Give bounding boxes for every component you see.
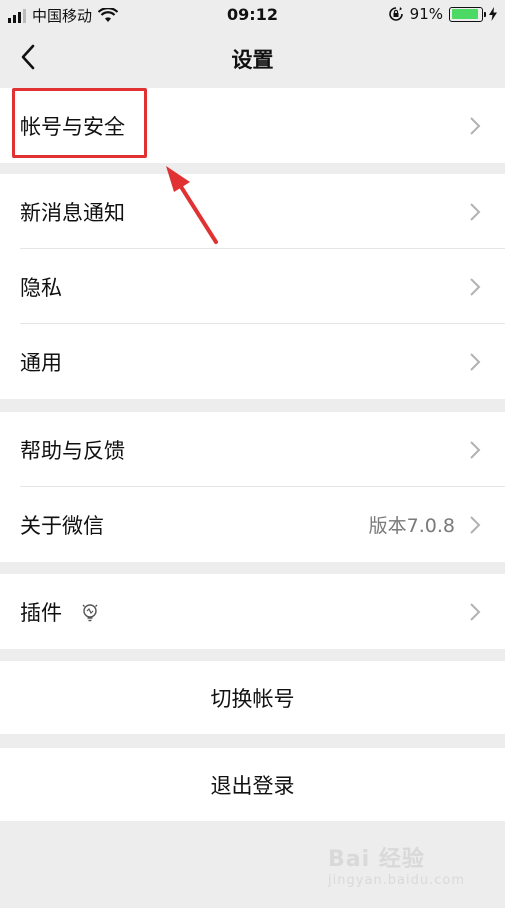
version-value: 版本7.0.8 (368, 515, 455, 537)
battery-icon (449, 6, 486, 22)
page-title: 设置 (231, 48, 274, 72)
logout-button[interactable]: 退出登录 (0, 748, 505, 821)
chevron-right-icon (470, 603, 481, 621)
settings-item-privacy[interactable]: 隐私 (0, 249, 505, 324)
watermark: Bai 经验 jingyan.baidu.com (328, 841, 465, 888)
watermark-sub: jingyan.baidu.com (328, 873, 465, 888)
lightbulb-icon (82, 604, 98, 622)
navigation-bar: 设置 (0, 30, 505, 88)
chevron-right-icon (470, 516, 481, 534)
watermark-text: Bai 经验 (328, 847, 425, 872)
settings-item-label: 关于微信 (20, 513, 104, 538)
chevron-right-icon (470, 441, 481, 459)
switch-account-button[interactable]: 切换帐号 (0, 661, 505, 734)
chevron-right-icon (470, 278, 481, 296)
charging-bolt-icon (489, 7, 497, 21)
settings-item-label: 新消息通知 (20, 200, 125, 225)
annotation-arrow (166, 166, 218, 244)
settings-group-help: 帮助与反馈 关于微信 版本7.0.8 (0, 412, 505, 562)
orientation-lock-icon (388, 7, 403, 21)
chevron-right-icon (470, 117, 481, 135)
switch-account-group: 切换帐号 (0, 661, 505, 734)
settings-group-plugins: 插件 (0, 574, 505, 649)
status-bar: 中国移动 09:12 91% (0, 0, 505, 30)
settings-item-label: 隐私 (20, 275, 62, 300)
status-right: 91% (388, 5, 497, 23)
settings-item-help-feedback[interactable]: 帮助与反馈 (0, 412, 505, 487)
settings-item-label: 插件 (20, 600, 62, 625)
chevron-right-icon (470, 203, 481, 221)
settings-item-notifications[interactable]: 新消息通知 (0, 174, 505, 249)
settings-item-general[interactable]: 通用 (0, 324, 505, 399)
settings-group-general: 新消息通知 隐私 通用 (0, 174, 505, 399)
battery-fill (451, 9, 478, 19)
highlight-box (12, 88, 147, 158)
settings-item-label: 通用 (20, 350, 62, 375)
settings-item-label: 帮助与反馈 (20, 438, 125, 463)
battery-percent: 91% (409, 5, 443, 23)
settings-item-plugins[interactable]: 插件 (0, 574, 505, 649)
settings-item-about[interactable]: 关于微信 版本7.0.8 (0, 487, 505, 562)
chevron-right-icon (470, 353, 481, 371)
logout-group: 退出登录 (0, 748, 505, 821)
